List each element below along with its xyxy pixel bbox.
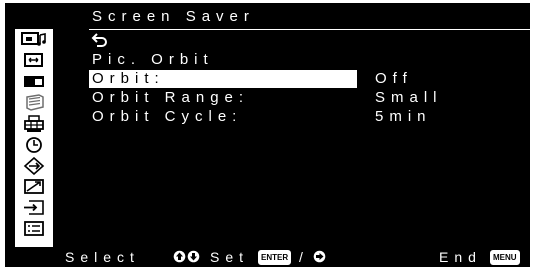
menu-item-label: Orbit Cycle: [92, 108, 243, 125]
select-label: Select [65, 249, 140, 265]
menu-list-icon[interactable] [15, 219, 53, 238]
menu-item-orbit-cycle[interactable]: Orbit Cycle: 5min [89, 108, 530, 126]
end-label: End [439, 249, 482, 265]
menu-item-value: Off [375, 70, 413, 87]
menu-item-orbit-range[interactable]: Orbit Range: Small [89, 89, 530, 107]
right-arrow-key-icon [313, 250, 326, 268]
picture-sound-icon[interactable] [15, 30, 53, 49]
screen-saver-icon[interactable] [15, 93, 53, 112]
osd-menu-screen: Screen Saver Pic. Orbit Orbit: Off Orbit… [5, 3, 530, 267]
menu-item-label: Orbit: [92, 70, 165, 87]
menu-item-value: Small [375, 89, 443, 106]
menu-item-value: 5min [375, 108, 432, 125]
down-arrow-key-icon [187, 250, 200, 268]
printer-setup-icon[interactable] [15, 114, 53, 133]
bottom-help-bar: Select Set ENTER / End MENU [5, 247, 530, 267]
menu-item-orbit[interactable]: Orbit: Off [89, 70, 530, 88]
input-icon[interactable] [15, 198, 53, 217]
dual-window-icon[interactable] [15, 72, 53, 91]
connection-icon[interactable] [15, 156, 53, 175]
timer-clock-icon[interactable] [15, 135, 53, 154]
menu-item-pic-orbit[interactable]: Pic. Orbit [89, 51, 530, 69]
title-divider [89, 29, 530, 30]
menu-key-badge: MENU [490, 250, 520, 265]
menu-title: Screen Saver [92, 8, 255, 25]
trend-icon[interactable] [15, 177, 53, 196]
return-icon[interactable] [91, 33, 107, 52]
screen-icon[interactable] [15, 51, 53, 70]
menu-item-label: Pic. Orbit [92, 51, 214, 68]
menu-item-label: Orbit Range: [92, 89, 250, 106]
enter-key-badge: ENTER [258, 250, 292, 265]
category-sidebar [15, 29, 53, 247]
separator-slash: / [299, 249, 309, 265]
set-label: Set [210, 249, 250, 265]
up-arrow-key-icon [173, 250, 186, 268]
